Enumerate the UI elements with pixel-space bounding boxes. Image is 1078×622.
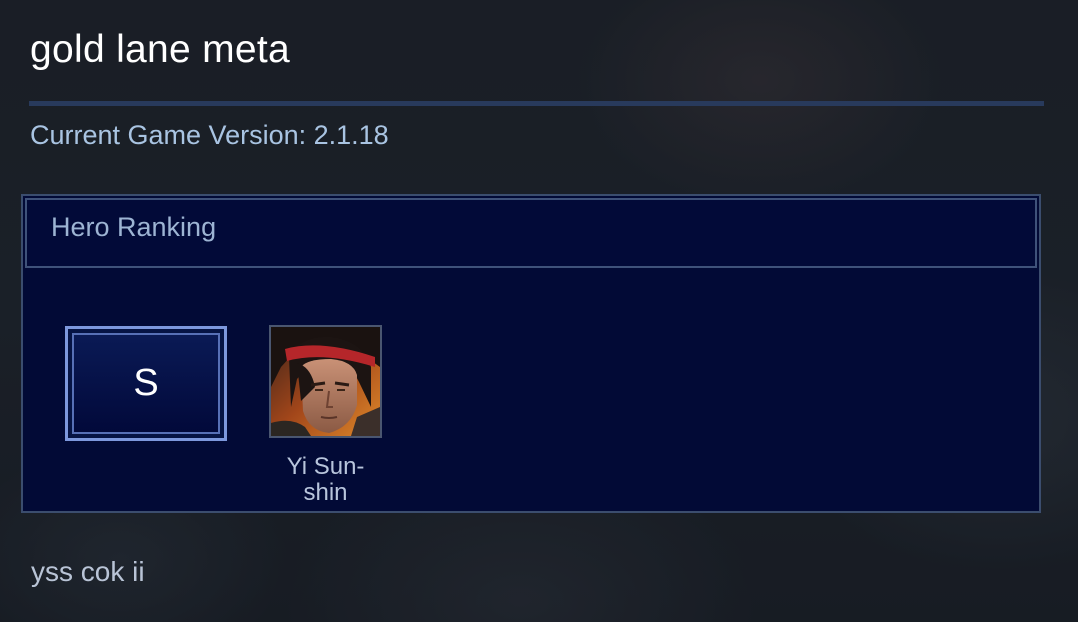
footer-note: yss cok ii <box>31 556 145 587</box>
hero-portrait-icon[interactable] <box>269 325 382 438</box>
page-content: gold lane meta Current Game Version: 2.1… <box>0 0 1078 622</box>
hero-ranking-panel: Hero Ranking S Yi Sun-shin <box>21 194 1041 513</box>
hero-ranking-title: Hero Ranking <box>51 212 217 242</box>
title-divider <box>29 101 1044 106</box>
page-title: gold lane meta <box>30 28 291 71</box>
hero-name: Yi Sun-shin <box>286 453 365 506</box>
tier-letter: S <box>133 362 159 404</box>
hero-card-yi-sun-shin[interactable]: Yi Sun-shin <box>267 325 384 506</box>
yi-sun-shin-portrait-icon <box>271 327 380 436</box>
hero-ranking-header: Hero Ranking <box>25 198 1037 268</box>
game-version-text: Current Game Version: 2.1.18 <box>30 120 389 150</box>
tier-badge-s: S <box>65 326 227 441</box>
tier-badge-inner: S <box>72 333 220 434</box>
